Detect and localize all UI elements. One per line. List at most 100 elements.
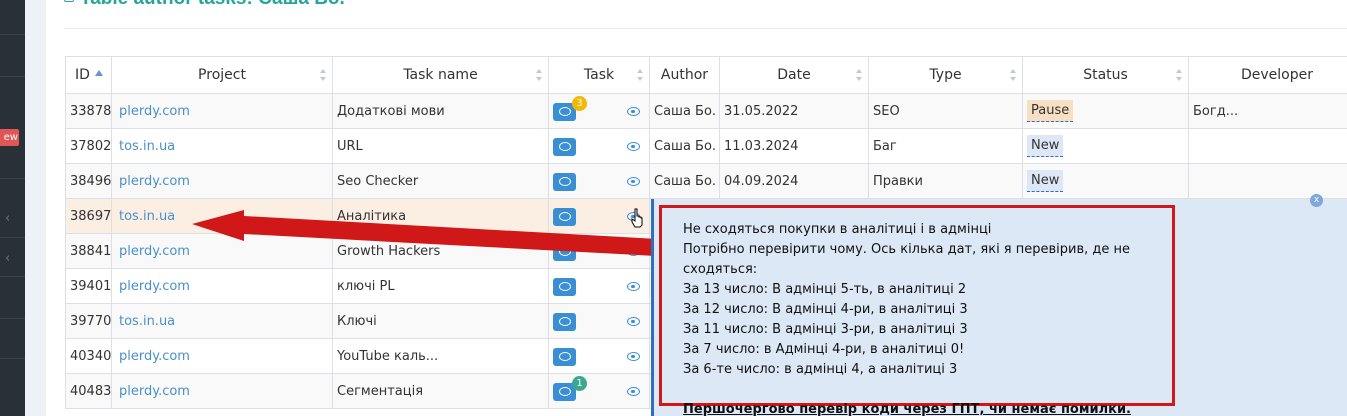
column-header-status[interactable]: Status	[1022, 56, 1189, 94]
cell-project: plerdy.com	[111, 373, 333, 409]
cell-task-actions	[548, 268, 650, 304]
comments-icon[interactable]	[553, 348, 576, 366]
cell-date: 31.05.2022	[719, 93, 869, 129]
cell-task-actions	[548, 128, 650, 164]
column-header-label: Task	[583, 67, 615, 83]
chevron-left-icon[interactable]: ‹	[5, 251, 10, 266]
table-row[interactable]: 37802 tos.in.ua URL Саша Бо. 11.03.2024 Баг Ne…	[65, 128, 1347, 164]
column-header-label: Status	[1083, 67, 1128, 83]
column-header-type[interactable]: Type	[868, 56, 1023, 94]
cell-task-name: YouTube каль...	[332, 338, 549, 374]
column-header-label: ID	[75, 67, 90, 83]
left-sidebar: ew ‹ ‹	[0, 0, 25, 416]
cell-id: 33878	[65, 93, 112, 129]
cell-project: plerdy.com	[111, 163, 333, 199]
cell-id: 38496	[65, 163, 112, 199]
sort-icon[interactable]	[856, 69, 863, 81]
popup-line: Не сходяться покупки в аналітиці і в адм…	[683, 222, 992, 237]
cell-id: 37802	[65, 128, 112, 164]
sort-icon[interactable]	[1176, 69, 1183, 81]
task-description-popup: Не сходяться покупки в аналітиці і в адм…	[651, 199, 1347, 416]
cell-id: 39401	[65, 268, 112, 304]
column-header-label: Project	[198, 67, 246, 83]
eye-icon[interactable]	[627, 387, 640, 396]
popup-line: За 6-те число: в адмінці 4, а аналітиці …	[683, 362, 958, 377]
annotation-box: Не сходяться покупки в аналітиці і в адм…	[659, 205, 1175, 416]
comments-icon[interactable]	[553, 243, 576, 261]
project-link[interactable]: plerdy.com	[116, 174, 190, 189]
page-title: Table author tasks: Саша Бо.	[64, 0, 345, 10]
eye-icon[interactable]	[627, 177, 640, 186]
column-header-author[interactable]: Author	[649, 56, 720, 94]
new-badge: ew	[0, 129, 19, 146]
project-link[interactable]: plerdy.com	[116, 279, 190, 294]
column-header-label: Type	[929, 67, 962, 83]
eye-icon[interactable]	[627, 282, 640, 291]
comments-icon[interactable]	[553, 173, 576, 191]
cell-status: New	[1022, 163, 1189, 199]
comments-icon[interactable]	[553, 278, 576, 296]
cell-id: 38697	[65, 198, 112, 234]
cell-date: 11.03.2024	[719, 128, 869, 164]
project-link[interactable]: plerdy.com	[116, 349, 190, 364]
column-header-developer[interactable]: Developer	[1188, 56, 1347, 94]
cell-id: 40483	[65, 373, 112, 409]
project-link[interactable]: tos.in.ua	[116, 314, 175, 329]
cell-project: tos.in.ua	[111, 128, 333, 164]
eye-icon[interactable]	[627, 247, 640, 256]
close-icon[interactable]: x	[1310, 194, 1323, 207]
sort-icon[interactable]	[536, 69, 543, 81]
eye-icon[interactable]	[627, 352, 640, 361]
table-row[interactable]: 38496 plerdy.com Seo Checker Саша Бо. 04.09.…	[65, 163, 1347, 199]
project-link[interactable]: plerdy.com	[116, 244, 190, 259]
status-badge[interactable]: New	[1027, 170, 1064, 192]
popup-line: За 13 число: В адмінці 5-ть, в аналітиці…	[683, 282, 967, 297]
sort-ascending-icon[interactable]	[94, 70, 103, 76]
project-link[interactable]: plerdy.com	[116, 104, 190, 119]
column-header-project[interactable]: Project	[111, 56, 333, 94]
cell-id: 39770	[65, 303, 112, 339]
popup-emphasis: Першочергово перевір коди через ГПТ, чи …	[683, 402, 1131, 416]
chevron-left-icon[interactable]: ‹	[5, 211, 10, 226]
column-header-id[interactable]: ID	[65, 56, 112, 94]
page-title-text: Table author tasks: Саша Бо.	[80, 0, 345, 9]
project-link[interactable]: tos.in.ua	[116, 139, 175, 154]
sidebar-divider	[0, 34, 25, 35]
eye-icon[interactable]	[627, 317, 640, 326]
project-link[interactable]: tos.in.ua	[116, 209, 175, 224]
sort-icon[interactable]	[637, 69, 644, 81]
cell-project: plerdy.com	[111, 268, 333, 304]
cell-task-name: Ключі	[332, 303, 549, 339]
cell-task-actions	[548, 233, 650, 269]
cell-type: Баг	[868, 128, 1023, 164]
comments-icon[interactable]	[553, 138, 576, 156]
content-gutter	[25, 0, 46, 416]
cell-task-name: URL	[332, 128, 549, 164]
cell-project: tos.in.ua	[111, 198, 333, 234]
cell-developer	[1188, 163, 1347, 199]
popup-line: За 12 число: В адмінці 4-ри, в аналітиці…	[683, 302, 968, 317]
comments-icon[interactable]	[553, 208, 576, 226]
cell-task-name: Додаткові мови	[332, 93, 549, 129]
column-header-task-name[interactable]: Task name	[332, 56, 549, 94]
cell-type: Правки	[868, 163, 1023, 199]
sidebar-divider	[0, 237, 25, 238]
popup-line: За 11 число: В адмінці 3-ри, в аналітиці…	[683, 322, 968, 337]
comments-icon[interactable]	[553, 313, 576, 331]
column-header-task[interactable]: Task	[548, 56, 650, 94]
sidebar-divider	[0, 276, 25, 277]
project-link[interactable]: plerdy.com	[116, 384, 190, 399]
cell-task-name: Seo Checker	[332, 163, 549, 199]
cell-author: Саша Бо.	[649, 128, 720, 164]
column-header-date[interactable]: Date	[719, 56, 869, 94]
status-badge[interactable]: Pause	[1027, 100, 1074, 122]
sidebar-divider	[0, 178, 25, 179]
eye-icon[interactable]	[627, 107, 640, 116]
cell-task-name: Аналітика	[332, 198, 549, 234]
table-row[interactable]: 33878 plerdy.com Додаткові мови 3 Саша Бо. 31…	[65, 93, 1347, 129]
eye-icon[interactable]	[627, 142, 640, 151]
sort-icon[interactable]	[1010, 69, 1017, 81]
status-badge[interactable]: New	[1027, 135, 1064, 157]
sidebar-divider	[0, 358, 25, 359]
sort-icon[interactable]	[320, 69, 327, 81]
